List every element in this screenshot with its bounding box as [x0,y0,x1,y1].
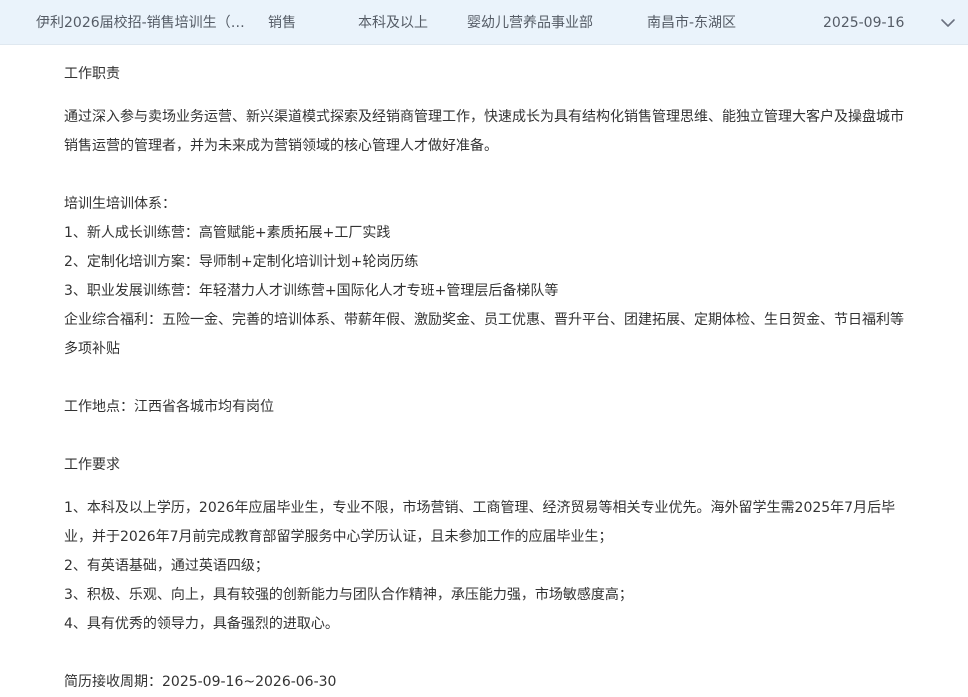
training-item: 2、定制化培训方案：导师制+定制化培训计划+轮岗历练 [64,254,419,270]
job-category: 销售 [268,15,296,31]
requirement-item: 1、本科及以上学历，2026年应届毕业生，专业不限，市场营销、工商管理、经济贸易… [64,500,896,516]
requirement-item: 4、具有优秀的领导力，具备强烈的进取心。 [64,616,339,632]
requirement-item: 2、有英语基础，通过英语四级； [64,558,269,574]
requirement-item: 业，并于2026年7月前完成教育部留学服务中心学历认证，且未参加工作的应届毕业生… [64,529,613,545]
requirements-heading: 工作要求 [64,457,120,473]
duty-text-line: 通过深入参与卖场业务运营、新兴渠道模式探索及经销商管理工作，快速成长为具有结构化… [64,109,904,125]
work-location: 工作地点：江西省各城市均有岗位 [64,399,274,415]
benefits-line: 多项补贴 [64,341,120,357]
requirement-item: 3、积极、乐观、向上，具有较强的创新能力与团队合作精神，承压能力强，市场敏感度高… [64,587,633,603]
application-period: 简历接收周期：2025-09-16~2026-06-30 [64,674,337,690]
job-location: 南昌市-东湖区 [647,15,737,31]
duty-heading: 工作职责 [64,66,120,82]
job-row-header[interactable]: 伊利2026届校招-销售培训生（婴... 销售 本科及以上 婴幼儿营养品事业部 … [0,0,968,45]
job-detail: 工作职责 通过深入参与卖场业务运营、新兴渠道模式探索及经销商管理工作，快速成长为… [64,60,924,697]
training-item: 1、新人成长训练营：高管赋能+素质拓展+工厂实践 [64,225,391,241]
duty-text-line: 销售运营的管理者，并为未来成为营销领域的核心管理人才做好准备。 [64,138,498,154]
benefits-line: 企业综合福利：五险一金、完善的培训体系、带薪年假、激励奖金、员工优惠、晋升平台、… [64,312,904,328]
chevron-down-icon[interactable] [938,13,958,33]
job-title[interactable]: 伊利2026届校招-销售培训生（婴... [36,13,258,33]
publish-date: 2025-09-16 [823,15,905,31]
training-heading: 培训生培训体系： [64,196,176,212]
education-requirement: 本科及以上 [358,15,428,31]
department: 婴幼儿营养品事业部 [467,15,593,31]
training-item: 3、职业发展训练营：年轻潜力人才训练营+国际化人才专班+管理层后备梯队等 [64,283,559,299]
